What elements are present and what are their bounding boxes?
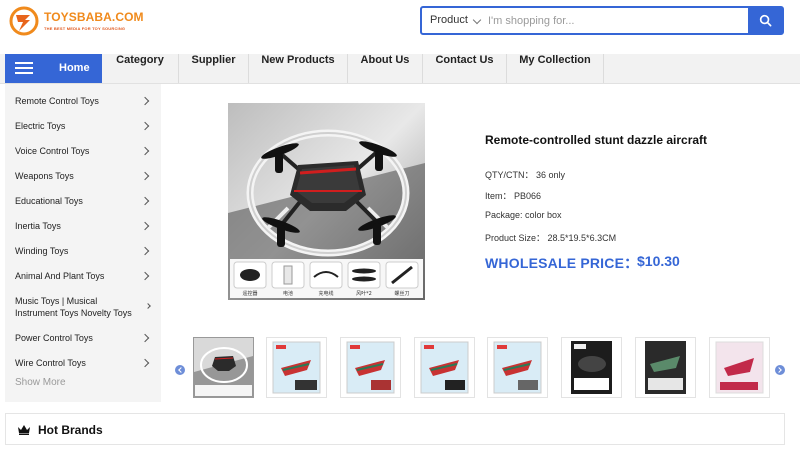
chevron-down-icon [472,15,482,25]
caption-remote: 遥控器 [242,290,257,297]
search-button[interactable] [748,8,782,33]
site-logo[interactable]: TOYSBABA.COM THE BEST MEDIA FOR TOY SOUR… [8,5,144,37]
sidebar-item-label: Animal And Plant Toys [15,271,105,281]
sidebar-item[interactable]: Music Toys | Musical Instrument Toys Nov… [5,295,161,319]
sidebar-item[interactable]: Wire Control Toys [5,357,161,369]
product-item-number: Item： PB066 [485,191,542,201]
logo-tagline: THE BEST MEDIA FOR TOY SOURCING [44,26,126,31]
product-main-image[interactable]: 遥控器 电池 充电线 风叶*2 螺丝刀 [228,103,425,300]
wholesale-price-label: WHOLESALE PRICE： [485,255,639,271]
main-nav: Home Category Supplier New Products Abou… [0,54,800,84]
nav-item-new-products[interactable]: New Products [249,54,348,83]
sidebar-item[interactable]: Animal And Plant Toys [5,270,161,282]
sidebar-item-label: Remote Control Toys [15,96,99,106]
sidebar-item[interactable]: Educational Toys [5,195,161,207]
crown-icon [18,425,30,435]
product-qty: QTY/CTN： 36 only [485,170,566,180]
sidebar-item-label: Weapons Toys [15,171,74,181]
sidebar-item[interactable]: Electric Toys [5,120,161,132]
thumbnail-7[interactable] [635,337,696,398]
logo-icon [9,6,39,36]
product-box-thumbnail-image [562,338,621,397]
nav-home-label: Home [59,62,90,74]
nav-item-about-us[interactable]: About Us [348,54,423,83]
search-category-label: Product [430,14,468,26]
thumbnail-next-button[interactable] [775,365,785,375]
product-package: Package: color box [485,210,562,220]
search-bar: Product [420,6,784,35]
nav-item-category[interactable]: Category [102,54,179,83]
sidebar-item-label: Educational Toys [15,196,83,206]
sidebar-item-label: Inertia Toys [15,221,61,231]
thumbnail-8[interactable] [709,337,770,398]
hot-brands-section: Hot Brands [5,413,785,445]
caption-battery: 电池 [283,290,293,297]
sidebar-item[interactable]: Voice Control Toys [5,145,161,157]
category-sidebar: Remote Control Toys Electric Toys Voice … [5,84,161,402]
search-category-select[interactable]: Product [422,8,484,33]
thumbnail-4[interactable] [414,337,475,398]
sidebar-item-label: Winding Toys [15,246,69,256]
thumbnail-1[interactable] [193,337,254,398]
sidebar-item[interactable]: Power Control Toys [5,332,161,344]
nav-home[interactable]: Home [5,54,102,83]
sidebar-item[interactable]: Inertia Toys [5,220,161,232]
thumbnail-2[interactable] [266,337,327,398]
hot-brands-heading: Hot Brands [38,423,103,437]
thumbnail-6[interactable] [561,337,622,398]
drone-product-image: 遥控器 电池 充电线 风叶*2 螺丝刀 [228,103,425,300]
chevron-right-icon [145,303,151,309]
thumbnail-3[interactable] [340,337,401,398]
wholesale-price-value: $10.30 [637,253,680,269]
product-box-thumbnail-image [415,338,474,397]
show-more-link[interactable]: Show More [15,377,66,388]
nav-item-my-collection[interactable]: My Collection [507,54,604,83]
product-box-thumbnail-image [636,338,695,397]
logo-name: TOYSBABA.COM [44,10,144,24]
sidebar-item[interactable]: Remote Control Toys [5,95,161,107]
sidebar-item-label: Power Control Toys [15,333,93,343]
sidebar-item-label: Electric Toys [15,121,66,131]
product-size: Product Size： 28.5*19.5*6.3CM [485,233,617,243]
sidebar-item[interactable]: Weapons Toys [5,170,161,182]
site-header: TOYSBABA.COM THE BEST MEDIA FOR TOY SOUR… [0,0,800,54]
product-box-thumbnail-image [341,338,400,397]
caption-blades: 风叶*2 [356,290,372,297]
sidebar-item-label: Voice Control Toys [15,146,90,156]
product-title: Remote-controlled stunt dazzle aircraft [485,133,708,147]
sidebar-item-label: Wire Control Toys [15,358,86,368]
thumbnail-prev-button[interactable] [175,365,185,375]
nav-item-supplier[interactable]: Supplier [179,54,249,83]
drone-thumbnail-image [194,338,253,397]
thumbnail-5[interactable] [487,337,548,398]
sidebar-item[interactable]: Winding Toys [5,245,161,257]
product-box-thumbnail-image [488,338,547,397]
sidebar-item-label: Music Toys | Musical Instrument Toys Nov… [15,296,132,318]
menu-icon[interactable] [15,62,33,75]
caption-screwdriver: 螺丝刀 [394,290,409,297]
search-icon [759,14,771,27]
caption-cable: 充电线 [318,290,333,297]
nav-item-contact-us[interactable]: Contact Us [423,54,507,83]
search-input[interactable] [484,8,748,33]
product-box-thumbnail-image [267,338,326,397]
product-box-thumbnail-image [710,338,769,397]
